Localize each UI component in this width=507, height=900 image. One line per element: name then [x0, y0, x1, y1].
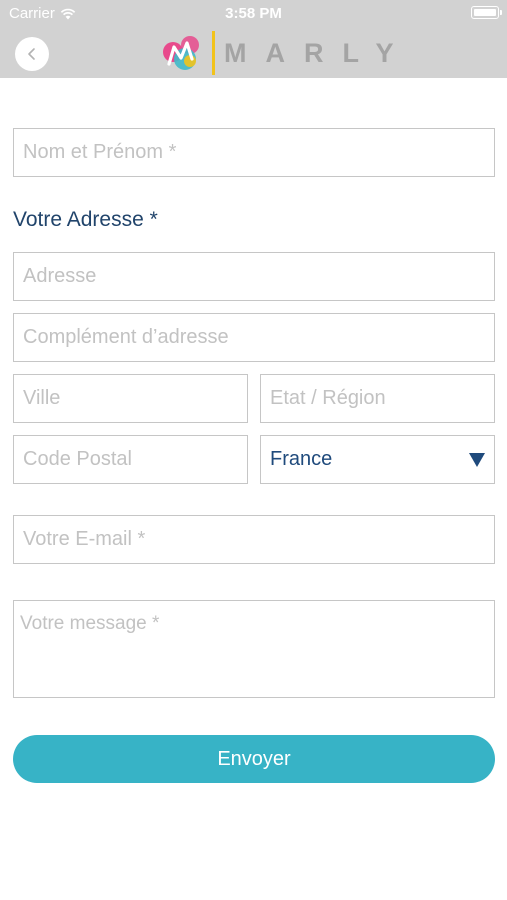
- battery-icon: [471, 6, 502, 19]
- name-placeholder: Nom et Prénom *: [23, 141, 177, 163]
- country-select[interactable]: France: [260, 435, 495, 484]
- back-button[interactable]: [15, 37, 49, 71]
- region-field[interactable]: Etat / Région: [260, 374, 495, 423]
- brand-logo: MARLY: [160, 30, 413, 76]
- message-textarea[interactable]: Votre message *: [13, 600, 495, 698]
- city-field[interactable]: Ville: [13, 374, 248, 423]
- address-complement-field[interactable]: Complément d’adresse: [13, 313, 495, 362]
- message-placeholder: Votre message *: [20, 613, 160, 634]
- logo-divider: [212, 31, 215, 75]
- name-field[interactable]: Nom et Prénom *: [13, 128, 495, 177]
- chevron-left-icon: [28, 48, 35, 60]
- logo-mark-icon: [163, 36, 199, 70]
- postal-code-field[interactable]: Code Postal: [13, 435, 248, 484]
- address-section-title: Votre Adresse *: [13, 208, 158, 231]
- status-time: 3:58 PM: [225, 5, 282, 22]
- region-placeholder: Etat / Région: [270, 387, 386, 409]
- postal-code-placeholder: Code Postal: [23, 448, 132, 470]
- city-placeholder: Ville: [23, 387, 61, 409]
- email-placeholder: Votre E-mail *: [23, 528, 146, 550]
- send-button-label: Envoyer: [217, 747, 291, 770]
- send-button[interactable]: Envoyer: [13, 735, 495, 783]
- navigation-bar: Carrier 3:58 PM MARLY: [0, 0, 507, 78]
- address-placeholder: Adresse: [23, 265, 97, 287]
- dropdown-triangle-icon: [469, 452, 485, 467]
- status-bar: Carrier 3:58 PM: [0, 0, 507, 28]
- email-field[interactable]: Votre E-mail *: [13, 515, 495, 564]
- brand-name: MARLY: [224, 37, 413, 68]
- country-value: France: [270, 448, 333, 470]
- address-field[interactable]: Adresse: [13, 252, 495, 301]
- address-complement-placeholder: Complément d’adresse: [23, 326, 229, 348]
